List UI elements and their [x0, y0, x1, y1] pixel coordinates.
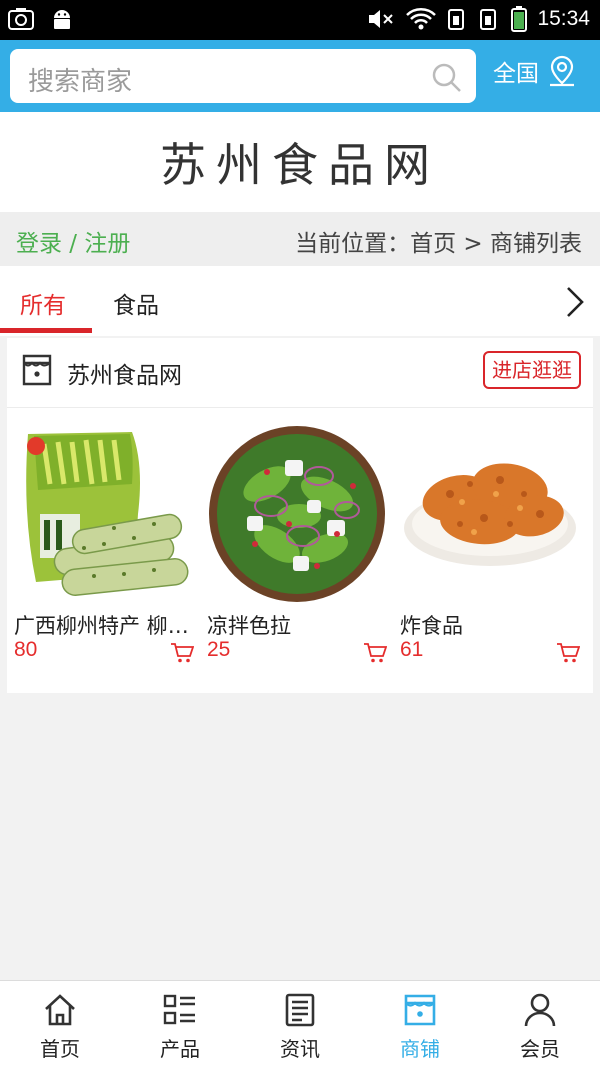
- tab-all[interactable]: 所有: [20, 286, 66, 320]
- site-title: 苏州食品网: [160, 138, 440, 192]
- add-to-cart-icon[interactable]: [170, 642, 194, 664]
- home-icon: [45, 994, 75, 1026]
- nav-label: 首页: [40, 1037, 80, 1061]
- search-icon[interactable]: [430, 61, 462, 93]
- sim-signal-icon: [448, 9, 465, 30]
- product-list: 广西柳州特产 柳州螺蛳粉 80: [7, 424, 593, 684]
- product-item[interactable]: 炸食品 61: [400, 424, 584, 684]
- store-icon: [404, 994, 436, 1026]
- product-name[interactable]: 广西柳州特产 柳州螺蛳粉: [14, 610, 190, 640]
- chevron-right-icon[interactable]: [564, 286, 586, 318]
- nav-item-member[interactable]: 会员: [480, 981, 600, 1067]
- current-location: 当前位置：首页 > 商铺列表: [295, 231, 582, 257]
- user-icon: [524, 993, 556, 1027]
- product-image-rice-rolls[interactable]: [14, 424, 198, 604]
- wifi-icon: [406, 8, 437, 30]
- tab-food[interactable]: 食品: [113, 286, 159, 320]
- login-register-link[interactable]: 登录 / 注册: [16, 224, 130, 258]
- nav-item-home[interactable]: 首页: [0, 981, 120, 1067]
- battery-icon: [511, 6, 528, 32]
- region-label: 全国: [493, 61, 539, 87]
- document-icon: [285, 993, 315, 1027]
- nav-item-products[interactable]: 产品: [120, 981, 240, 1067]
- active-tab-indicator: [0, 328, 92, 333]
- search-placeholder: 搜索商家: [28, 67, 133, 97]
- list-icon: [163, 994, 195, 1025]
- product-price: 61: [400, 638, 424, 661]
- store-icon: [22, 354, 52, 386]
- site-logo-bar: 苏州食品网: [0, 112, 600, 212]
- nav-item-shops[interactable]: 商铺: [360, 981, 480, 1067]
- sim-signal-icon-2: [480, 9, 497, 30]
- status-bar: 15:34: [0, 0, 600, 40]
- add-to-cart-icon[interactable]: [556, 642, 580, 664]
- nav-label: 资讯: [280, 1037, 320, 1061]
- product-item[interactable]: 凉拌色拉 25: [207, 424, 391, 684]
- mute-icon: [369, 10, 394, 28]
- product-price: 25: [207, 638, 231, 661]
- product-name[interactable]: 炸食品: [400, 610, 576, 640]
- nav-label: 商铺: [400, 1037, 440, 1061]
- screenshot-icon: [8, 8, 34, 30]
- nav-label: 会员: [520, 1037, 560, 1061]
- nav-item-news[interactable]: 资讯: [240, 981, 360, 1067]
- visit-shop-button[interactable]: 进店逛逛: [483, 351, 581, 389]
- region-selector[interactable]: 全国: [493, 54, 577, 88]
- bottom-nav: 首页 产品 资讯 商铺 会员: [0, 980, 600, 1067]
- breadcrumb: 登录 / 注册 当前位置：首页 > 商铺列表: [0, 212, 600, 266]
- product-name[interactable]: 凉拌色拉: [207, 610, 383, 640]
- product-image-fried-chicken[interactable]: [400, 424, 584, 604]
- product-item[interactable]: 广西柳州特产 柳州螺蛳粉 80: [14, 424, 198, 684]
- product-price: 80: [14, 638, 38, 661]
- shop-name: 苏州食品网: [67, 363, 182, 389]
- add-to-cart-icon[interactable]: [363, 642, 387, 664]
- nav-label: 产品: [160, 1037, 200, 1061]
- shop-header: 苏州食品网 进店逛逛: [7, 338, 593, 408]
- android-icon: [54, 10, 70, 29]
- status-time: 15:34: [537, 7, 590, 30]
- search-header: 搜索商家 全国: [0, 40, 600, 112]
- category-tabs: 所有 食品: [0, 266, 600, 336]
- shop-card: 苏州食品网 进店逛逛 广西柳州特产 柳州 80 凉拌色拉 25 炸食品 61: [7, 338, 593, 693]
- product-image-salad[interactable]: [207, 424, 391, 604]
- search-input[interactable]: 搜索商家: [10, 49, 476, 103]
- location-pin-icon: [550, 55, 574, 87]
